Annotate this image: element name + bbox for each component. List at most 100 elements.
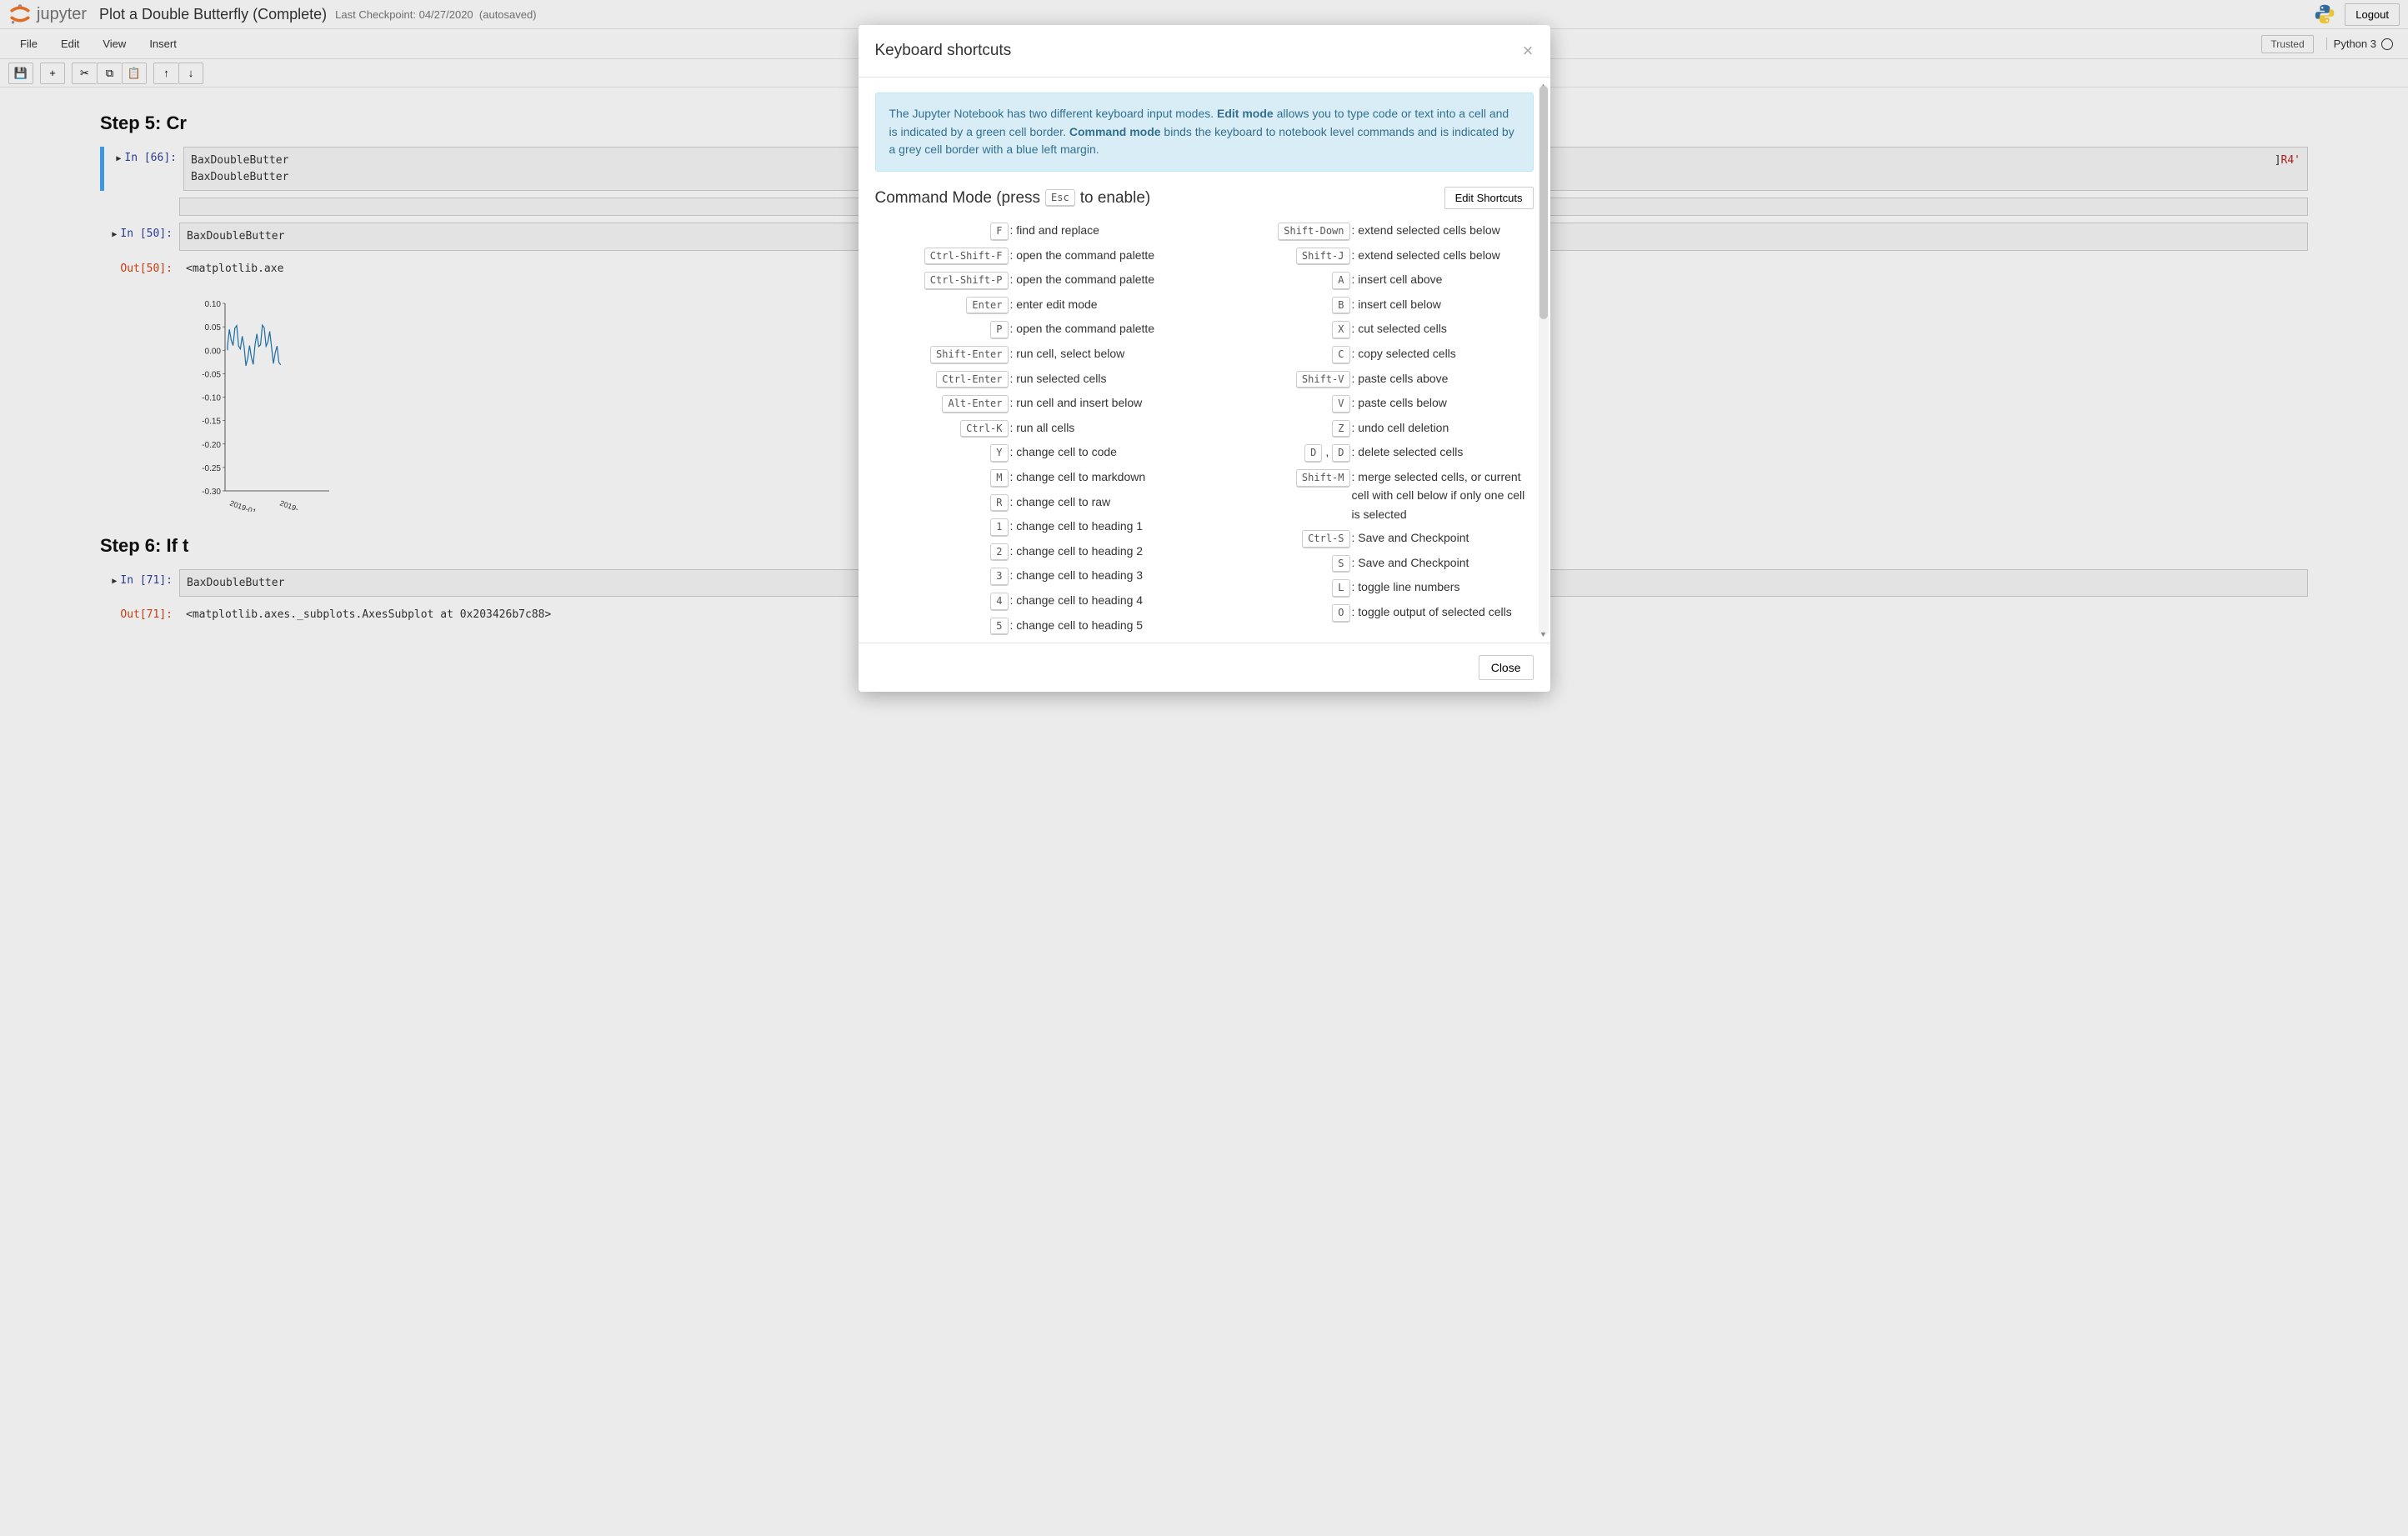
key: C [1332, 346, 1349, 364]
modal-title: Keyboard shortcuts [875, 42, 1012, 60]
shortcut-description: enter edit mode [1009, 295, 1192, 313]
shortcut-description: insert cell above [1350, 270, 1534, 288]
shortcut-description: run selected cells [1009, 369, 1192, 388]
shortcut-key: L [1217, 578, 1350, 598]
shortcut-key: O [1217, 603, 1350, 623]
shortcut-description: insert cell below [1350, 295, 1534, 313]
shortcut-row: Shift-Mmerge selected cells, or current … [1217, 468, 1534, 523]
shortcut-description: paste cells below [1350, 393, 1534, 412]
modal-header: Keyboard shortcuts × [859, 25, 1550, 78]
key: 5 [990, 618, 1008, 636]
shortcut-key: Enter [875, 295, 1009, 315]
esc-key: Esc [1045, 189, 1075, 208]
shortcut-key: V [1217, 393, 1350, 413]
shortcut-key: 5 [875, 616, 1009, 636]
key: Shift-J [1296, 248, 1350, 266]
shortcut-key: S [1217, 553, 1350, 573]
key: Shift-M [1296, 469, 1350, 488]
shortcut-description: toggle line numbers [1350, 578, 1534, 596]
edit-shortcuts-button[interactable]: Edit Shortcuts [1444, 187, 1534, 209]
shortcut-description: copy selected cells [1350, 344, 1534, 363]
shortcut-description: change cell to heading 1 [1009, 517, 1192, 535]
key: Shift-Enter [930, 346, 1008, 364]
key: Ctrl-Enter [936, 371, 1008, 389]
shortcut-key: Shift-V [1217, 369, 1350, 389]
shortcut-description: change cell to heading 4 [1009, 591, 1192, 609]
shortcut-description: run cell and insert below [1009, 393, 1192, 412]
shortcut-description: undo cell deletion [1350, 418, 1534, 437]
key: 1 [990, 518, 1008, 537]
key: R [990, 494, 1008, 513]
key: A [1332, 272, 1349, 290]
key: O [1332, 604, 1349, 623]
key: P [990, 321, 1008, 339]
shortcut-row: Shift-Vpaste cells above [1217, 369, 1534, 389]
key: Ctrl-S [1302, 530, 1349, 548]
shortcut-description: change cell to code [1009, 443, 1192, 461]
shortcut-description: open the command palette [1009, 246, 1192, 264]
shortcut-key: P [875, 319, 1009, 339]
info-box: The Jupyter Notebook has two different k… [875, 93, 1534, 172]
shortcut-key: Ctrl-S [1217, 528, 1350, 548]
keyboard-shortcuts-modal: Keyboard shortcuts × The Jupyter Noteboo… [859, 25, 1550, 692]
shortcut-description: Save and Checkpoint [1350, 528, 1534, 547]
shortcut-row: 1change cell to heading 1 [875, 517, 1192, 537]
command-mode-title: Command Mode (press Esc to enable) [875, 189, 1151, 208]
modal-footer: Close [859, 643, 1550, 692]
shortcut-description: change cell to heading 3 [1009, 566, 1192, 584]
key: Alt-Enter [942, 395, 1008, 413]
shortcut-key: Y [875, 443, 1009, 463]
shortcut-row: Xcut selected cells [1217, 319, 1534, 339]
shortcut-description: paste cells above [1350, 369, 1534, 388]
key: Ctrl-Shift-P [924, 272, 1009, 290]
shortcut-description: merge selected cells, or current cell wi… [1350, 468, 1534, 523]
shortcut-description: change cell to markdown [1009, 468, 1192, 486]
shortcut-key: R [875, 493, 1009, 513]
shortcut-description: change cell to heading 5 [1009, 616, 1192, 634]
shortcut-description: toggle output of selected cells [1350, 603, 1534, 621]
shortcuts-grid: Ffind and replaceCtrl-Shift-Fopen the co… [875, 221, 1534, 640]
key: B [1332, 297, 1349, 315]
shortcut-key: B [1217, 295, 1350, 315]
shortcut-row: Ctrl-Krun all cells [875, 418, 1192, 438]
key: M [990, 469, 1008, 488]
key: Ctrl-K [960, 420, 1008, 438]
modal-close-button[interactable]: × [1523, 40, 1534, 62]
key: F [990, 223, 1008, 241]
key: X [1332, 321, 1349, 339]
shortcuts-right-column: Shift-Downextend selected cells belowShi… [1217, 221, 1534, 640]
shortcut-row: Rchange cell to raw [875, 493, 1192, 513]
shortcut-description: find and replace [1009, 221, 1192, 239]
shortcut-description: open the command palette [1009, 270, 1192, 288]
shortcut-key: Z [1217, 418, 1350, 438]
modal-overlay: Keyboard shortcuts × The Jupyter Noteboo… [0, 0, 2408, 1536]
shortcut-key: 3 [875, 566, 1009, 586]
shortcut-row: Mchange cell to markdown [875, 468, 1192, 488]
shortcut-row: Ffind and replace [875, 221, 1192, 241]
shortcut-row: 2change cell to heading 2 [875, 542, 1192, 562]
shortcut-key: Shift-J [1217, 246, 1350, 266]
shortcut-row: Shift-Jextend selected cells below [1217, 246, 1534, 266]
shortcut-row: Popen the command palette [875, 319, 1192, 339]
shortcut-key: D,D [1217, 443, 1350, 463]
shortcut-row: Binsert cell below [1217, 295, 1534, 315]
shortcut-description: extend selected cells below [1350, 221, 1534, 239]
shortcut-row: Alt-Enterrun cell and insert below [875, 393, 1192, 413]
scroll-thumb[interactable] [1539, 86, 1548, 319]
shortcut-row: Ainsert cell above [1217, 270, 1534, 290]
shortcut-row: Ctrl-Shift-Popen the command palette [875, 270, 1192, 290]
shortcut-description: run cell, select below [1009, 344, 1192, 363]
shortcut-description: change cell to heading 2 [1009, 542, 1192, 560]
shortcut-key: M [875, 468, 1009, 488]
key: Ctrl-Shift-F [924, 248, 1009, 266]
key: Y [990, 444, 1008, 463]
shortcut-key: Shift-Enter [875, 344, 1009, 364]
command-mode-header: Command Mode (press Esc to enable) Edit … [875, 187, 1534, 209]
shortcut-key: X [1217, 319, 1350, 339]
shortcut-key: 1 [875, 517, 1009, 537]
scrollbar[interactable]: ▲ ▼ [1539, 84, 1549, 636]
shortcut-row: 3change cell to heading 3 [875, 566, 1192, 586]
key: 4 [990, 593, 1008, 611]
close-button[interactable]: Close [1479, 655, 1534, 680]
shortcut-description: change cell to raw [1009, 493, 1192, 511]
